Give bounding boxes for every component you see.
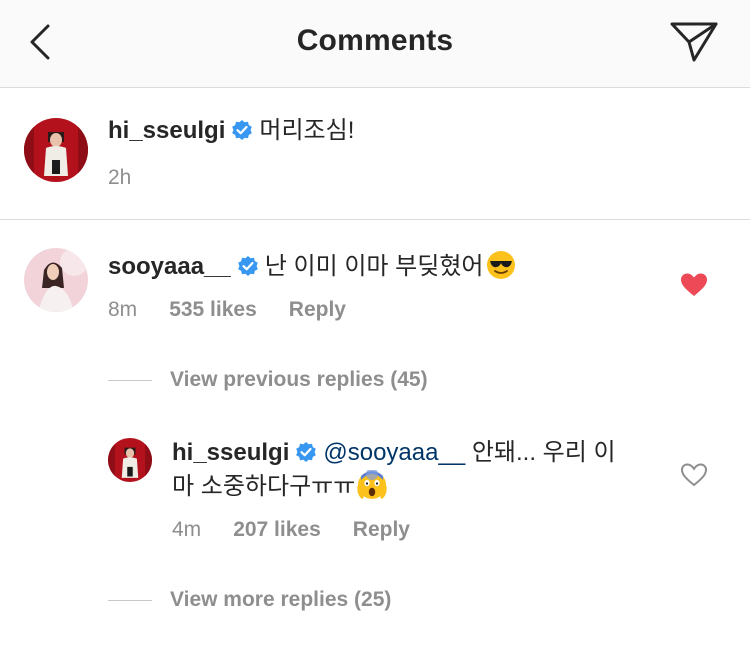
avatar[interactable] [24,118,88,182]
reply-text-line1: 안돼... 우리 이 [471,439,616,466]
sunglasses-emoji-icon [486,250,516,288]
reply-button[interactable]: Reply [289,298,346,321]
caption-username[interactable]: hi_sseulgi [108,117,225,144]
verified-badge-icon [295,441,317,471]
caption-timestamp: 2h [108,166,132,189]
share-button[interactable] [668,18,720,66]
like-button[interactable] [680,272,708,303]
reply-username[interactable]: hi_sseulgi [172,439,289,466]
like-button[interactable] [680,462,708,493]
screaming-face-emoji-icon [357,468,387,508]
view-more-replies-label: View more replies (25) [170,588,392,611]
page-title: Comments [296,24,454,57]
divider [108,599,152,601]
verified-badge-icon [231,119,253,149]
divider [108,379,152,381]
comment-username[interactable]: sooyaaa__ [108,253,231,280]
heart-filled-icon [681,273,707,296]
reply-likes-count[interactable]: 207 likes [233,518,321,541]
caption-text: 머리조심! [259,117,355,144]
verified-badge-icon [237,255,259,285]
comment-likes-count[interactable]: 535 likes [169,298,257,321]
heart-outline-icon [680,463,708,487]
view-previous-replies[interactable]: View previous replies (45) [108,368,428,392]
view-more-replies[interactable]: View more replies (25) [108,588,391,612]
comment-timestamp: 8m [108,298,138,321]
caption-row: hi_sseulgi 머리조심! 2h [0,88,750,220]
reply-timestamp: 4m [172,518,202,541]
comment-text: 난 이미 이마 부딪혔어 [264,253,484,280]
paper-plane-icon [670,22,718,62]
reply-text-line2: 마 소중하다구ㅠㅠ [172,473,356,500]
view-previous-replies-label: View previous replies (45) [170,368,428,391]
reply-button[interactable]: Reply [353,518,410,541]
header-bar: Comments [0,0,750,88]
avatar[interactable] [24,248,88,312]
avatar[interactable] [108,438,152,482]
mention-link[interactable]: @sooyaaa__ [323,439,465,466]
